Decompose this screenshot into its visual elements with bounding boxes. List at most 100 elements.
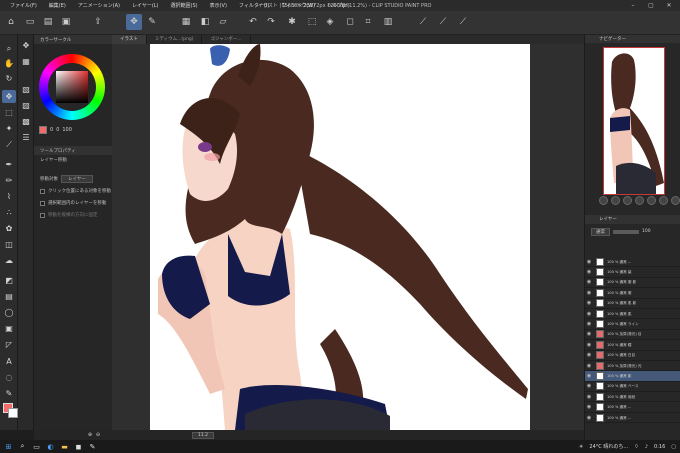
canvas-paper[interactable]: [150, 44, 530, 430]
close-icon[interactable]: ✕: [660, 0, 678, 11]
select-icon[interactable]: ⬚: [2, 106, 16, 119]
hand-icon[interactable]: ✋: [2, 57, 16, 70]
eye-icon[interactable]: ◉: [585, 269, 593, 275]
ruler-tool-icon[interactable]: ◸: [2, 338, 16, 351]
share-icon[interactable]: ⇪: [90, 14, 106, 30]
layer-row[interactable]: ◉ 100 % 通常 ベース: [585, 382, 680, 393]
nav-flip-icon[interactable]: [659, 196, 668, 205]
balloon-icon[interactable]: ◌: [2, 371, 16, 384]
zoom-level[interactable]: 11.2: [192, 431, 215, 439]
airbrush-icon[interactable]: ∴: [2, 206, 16, 219]
option-click-position[interactable]: クリック位置にある対象を移動: [40, 188, 111, 194]
eye-icon[interactable]: ◉: [585, 383, 593, 389]
approx-color-icon[interactable]: ▩: [19, 115, 33, 128]
network-icon[interactable]: ⌔: [634, 444, 639, 450]
tab-medium[interactable]: ミディウム...(png): [147, 35, 203, 44]
open-icon[interactable]: ▤: [40, 14, 56, 30]
minimize-icon[interactable]: –: [624, 0, 642, 11]
layer-row[interactable]: ◉ 100 % 通常 服: [585, 288, 680, 299]
clip-studio-taskbar-icon[interactable]: ✎: [87, 441, 98, 452]
color-wheel[interactable]: [39, 54, 105, 120]
wand-icon[interactable]: ✦: [2, 122, 16, 135]
option-fix-direction-checkbox[interactable]: [40, 212, 45, 218]
search-icon[interactable]: ⌕: [17, 441, 28, 452]
intermediate-color-icon[interactable]: ▨: [19, 99, 33, 112]
zoom-in-icon[interactable]: ⊕: [86, 432, 94, 438]
brush-a-icon[interactable]: ⟋: [415, 14, 431, 30]
layer-row[interactable]: ◉ 100 % 加算(発光) 目: [585, 330, 680, 341]
grid-icon[interactable]: ▦: [178, 14, 194, 30]
zoom-icon[interactable]: ⌕: [2, 42, 16, 55]
redo-icon[interactable]: ↷: [263, 14, 279, 30]
saturation-value-square[interactable]: [56, 71, 88, 103]
menu-selection[interactable]: 選択範囲(S): [165, 2, 204, 9]
zoom-out-icon[interactable]: ⊖: [94, 432, 102, 438]
nav-zoom-out-icon[interactable]: [611, 196, 620, 205]
eye-icon[interactable]: ◉: [585, 321, 593, 327]
eye-icon[interactable]: ◉: [585, 404, 593, 410]
transform-icon[interactable]: ✱: [284, 14, 300, 30]
eyedropper-icon[interactable]: ⟋: [2, 138, 16, 151]
store-icon[interactable]: ◼: [73, 441, 84, 452]
eye-icon[interactable]: ◉: [585, 394, 593, 400]
decoration-icon[interactable]: ✿: [2, 222, 16, 235]
background-color-swatch[interactable]: [8, 408, 18, 418]
maximize-icon[interactable]: ▢: [642, 0, 660, 11]
correct-line-icon[interactable]: ✎: [2, 387, 16, 400]
blend-mode-select[interactable]: 通常: [591, 227, 610, 236]
menu-animation[interactable]: アニメーション(A): [72, 2, 126, 9]
layer-move-icon[interactable]: ✥: [126, 14, 142, 30]
move-icon[interactable]: ✥: [2, 90, 16, 103]
eye-icon[interactable]: ◉: [585, 279, 593, 285]
frame-icon[interactable]: ▣: [2, 322, 16, 335]
current-color-swatch[interactable]: [39, 126, 47, 134]
canvas-area[interactable]: [112, 44, 584, 430]
move-target-select[interactable]: レイヤー: [61, 175, 93, 183]
eye-icon[interactable]: ◉: [585, 352, 593, 358]
nav-rotate-right-icon[interactable]: [647, 196, 656, 205]
menu-file[interactable]: ファイル(F): [4, 2, 43, 9]
option-fix-direction[interactable]: 移動を縦横の方向に固定: [40, 212, 98, 218]
nav-rotate-left-icon[interactable]: [635, 196, 644, 205]
fill-icon[interactable]: ◧: [197, 14, 213, 30]
explorer-icon[interactable]: ▬: [59, 441, 70, 452]
volume-icon[interactable]: ♪: [645, 444, 648, 450]
eye-icon[interactable]: ◉: [585, 331, 593, 337]
rotate-icon[interactable]: ↻: [2, 72, 16, 85]
layer-row[interactable]: ◉ 100 % 通常 肌: [585, 309, 680, 320]
eye-icon[interactable]: ◉: [585, 300, 593, 306]
eye-icon[interactable]: ◉: [585, 259, 593, 265]
eye-icon[interactable]: ◉: [585, 290, 593, 296]
ruler-icon[interactable]: ▥: [380, 14, 396, 30]
text-icon[interactable]: A: [2, 355, 16, 368]
option-selected-layers[interactable]: 選択範囲内のレイヤーを移動: [40, 200, 106, 206]
eraser-icon[interactable]: ◫: [2, 238, 16, 251]
weather-icon[interactable]: ☀: [579, 444, 583, 450]
layer-row[interactable]: ◉ 100 % 通常 服 影: [585, 278, 680, 289]
task-view-icon[interactable]: ▭: [31, 441, 42, 452]
snap-icon[interactable]: ⌗: [360, 14, 376, 30]
layer-row[interactable]: ◉ 100 % 通常 ...: [585, 413, 680, 424]
opacity-value[interactable]: 100: [642, 229, 651, 234]
nav-zoom-in-icon[interactable]: [599, 196, 608, 205]
edge-icon[interactable]: ◐: [45, 441, 56, 452]
selection-icon[interactable]: ◻: [342, 14, 358, 30]
eye-icon[interactable]: ◉: [585, 373, 593, 379]
layer-row[interactable]: ◉ 100 % 通常 ライン: [585, 319, 680, 330]
palette-icon[interactable]: ▦: [19, 55, 33, 68]
opacity-slider[interactable]: [613, 229, 639, 234]
weather-text[interactable]: 24°C 晴れのち...: [589, 443, 628, 450]
layer-row[interactable]: ◉ 100 % 通常 肌 影: [585, 299, 680, 309]
layer-row[interactable]: ◉ 100 % 通常 ...: [585, 257, 680, 268]
layer-row[interactable]: ◉ 100 % 加算(発光) 光: [585, 361, 680, 372]
menu-view[interactable]: 表示(V): [204, 2, 233, 9]
nav-fit-icon[interactable]: [623, 196, 632, 205]
layer-row[interactable]: ◉ 100 % 通常 髪: [585, 267, 680, 278]
layer-row[interactable]: ◉ 100 % 通常 瞳: [585, 340, 680, 351]
tab-illustration[interactable]: イラスト: [112, 35, 147, 44]
pen-tool-icon[interactable]: ✒: [2, 158, 16, 171]
layer-row-selected[interactable]: ◉ 100 % 通常 影: [585, 371, 680, 382]
notification-icon[interactable]: ▢: [671, 444, 676, 450]
brush-icon[interactable]: ⌇: [2, 190, 16, 203]
brush-c-icon[interactable]: ⟋: [455, 14, 471, 30]
